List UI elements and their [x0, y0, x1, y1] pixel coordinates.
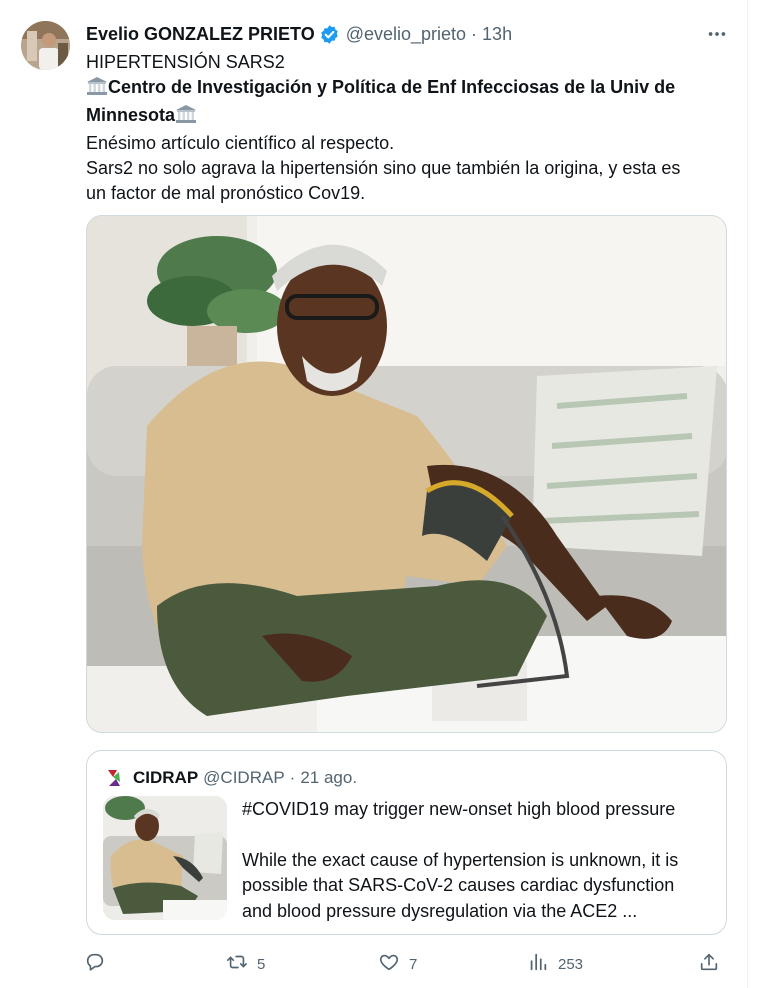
- classical-building-icon: [175, 104, 197, 131]
- tweet-line: un factor de mal pronóstico Cov19.: [86, 183, 366, 203]
- organization-name-part2: Minnesota: [86, 105, 176, 125]
- tweet-bold-line: Centro de Investigación y Política de En…: [86, 75, 736, 103]
- share-icon: [698, 951, 720, 977]
- reply-button[interactable]: [84, 950, 115, 978]
- quoted-headline: #COVID19 may trigger new-onset high bloo…: [242, 799, 676, 819]
- share-button[interactable]: [698, 950, 720, 978]
- reply-icon: [84, 951, 106, 977]
- quoted-timestamp[interactable]: 21 ago.: [300, 768, 357, 788]
- views-count: 253: [558, 955, 584, 973]
- retweet-icon: [226, 951, 248, 977]
- quoted-body-line: While the exact cause of hypertension is…: [242, 849, 679, 870]
- display-name[interactable]: Evelio GONZALEZ PRIETO: [86, 24, 315, 45]
- quoted-tweet-text: #COVID19 may trigger new-onset high bloo…: [242, 797, 720, 924]
- verified-badge-icon[interactable]: [319, 24, 340, 45]
- quoted-tweet-header: CIDRAP @CIDRAP · 21 ago.: [105, 767, 357, 789]
- tweet-line: HIPERTENSIÓN SARS2: [86, 52, 285, 72]
- quoted-tweet-thumbnail[interactable]: [103, 796, 227, 920]
- retweet-count: 5: [257, 955, 266, 973]
- retweet-button[interactable]: 5: [226, 950, 265, 978]
- separator-dot: ·: [471, 23, 478, 44]
- column-divider: [747, 0, 748, 988]
- avatar[interactable]: [21, 21, 70, 70]
- handle[interactable]: @evelio_prieto: [346, 24, 466, 45]
- classical-building-icon: [86, 76, 108, 103]
- tweet-text: HIPERTENSIÓN SARS2 Centro de Investigaci…: [86, 50, 736, 206]
- timestamp[interactable]: 13h: [482, 24, 512, 45]
- tweet-action-bar: 5 7 253: [84, 950, 732, 978]
- views-chart-icon: [527, 951, 549, 977]
- tweet-header: Evelio GONZALEZ PRIETO @evelio_prieto · …: [86, 22, 512, 46]
- views-button[interactable]: 253: [527, 950, 583, 978]
- quoted-tweet[interactable]: CIDRAP @CIDRAP · 21 ago. #COVID19 may tr…: [86, 750, 727, 935]
- tweet-photo[interactable]: [86, 215, 727, 733]
- organization-name-part1: Centro de Investigación y Política de En…: [108, 77, 676, 97]
- quoted-body-line: and blood pressure dysregulation via the…: [242, 900, 638, 921]
- tweet-bold-line: Minnesota: [86, 103, 736, 131]
- quoted-body-line: possible that SARS-CoV-2 causes cardiac …: [242, 875, 675, 895]
- quoted-handle[interactable]: @CIDRAP: [203, 768, 285, 788]
- tweet-line: Enésimo artículo científico al respecto.: [86, 133, 395, 153]
- like-button[interactable]: 7: [378, 950, 417, 978]
- cidrap-logo-icon: [105, 768, 125, 788]
- tweet-line: Sars2 no solo agrava la hipertensión sin…: [86, 158, 681, 178]
- separator-dot: ·: [289, 768, 296, 787]
- more-icon[interactable]: [704, 22, 730, 46]
- heart-icon: [378, 951, 400, 977]
- quoted-display-name[interactable]: CIDRAP: [133, 768, 198, 788]
- like-count: 7: [409, 955, 418, 973]
